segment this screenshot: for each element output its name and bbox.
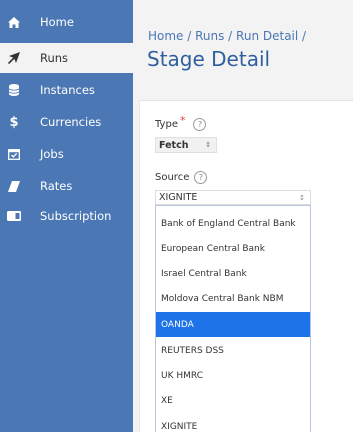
sidebar: Home Runs Instances $ Currencies Jobs Ra… [0,0,133,432]
calendar-check-icon [7,147,21,161]
sidebar-item-currencies[interactable]: $ Currencies [0,107,133,137]
dropdown-option[interactable]: Moldova Central Bank NBM [156,286,310,311]
sidebar-item-jobs[interactable]: Jobs [0,139,133,169]
credit-card-icon [7,209,21,223]
dropdown-option[interactable]: European Central Bank [156,236,310,261]
sidebar-item-label: Instances [40,83,95,97]
sidebar-item-label: Home [40,15,74,29]
sidebar-item-rates[interactable]: Rates [0,171,133,201]
dropdown-option[interactable]: UK HMRC [156,363,310,388]
sidebar-item-label: Jobs [40,147,64,161]
home-icon [7,15,21,29]
dropdown-option[interactable]: XE [156,388,310,413]
dropdown-option-highlighted[interactable]: OANDA [156,312,310,337]
sidebar-item-label: Currencies [40,115,102,129]
source-label-text: Source [155,172,190,183]
dollar-icon: $ [9,114,19,130]
sidebar-item-label: Runs [40,51,69,65]
sidebar-item-subscription[interactable]: Subscription [0,201,133,231]
source-dropdown-list: Bank of England Central Bank European Ce… [155,205,311,432]
source-field-label: Source ? [155,171,208,184]
help-icon[interactable]: ? [194,171,208,184]
sidebar-item-label: Subscription [40,209,112,223]
select-caret-icon: ↕ [205,141,211,149]
type-select[interactable]: Fetch ↕ [155,137,217,153]
rocket-icon [7,51,21,65]
required-mark: * [179,114,186,127]
dropdown-option[interactable]: XIGNITE [156,414,310,432]
eraser-icon [7,179,21,193]
sidebar-item-runs[interactable]: Runs [0,43,133,73]
source-select[interactable]: XIGNITE ↕ [155,190,311,205]
database-icon [7,83,21,97]
source-select-value: XIGNITE [159,192,198,203]
type-label-text: Type [155,119,178,130]
dropdown-option[interactable]: Bank of England Central Bank [156,211,310,236]
select-caret-icon: ↕ [299,193,305,202]
help-icon[interactable]: ? [193,118,207,131]
dropdown-option[interactable]: REUTERS DSS [156,338,310,363]
breadcrumb[interactable]: Home / Runs / Run Detail / [148,29,306,43]
sidebar-item-instances[interactable]: Instances [0,75,133,105]
dropdown-option[interactable]: Israel Central Bank [156,261,310,286]
type-field-label: Type * ? [155,114,207,131]
page-title: Stage Detail [147,47,271,71]
type-select-value: Fetch [159,139,189,151]
sidebar-item-label: Rates [40,179,73,193]
sidebar-item-home[interactable]: Home [0,7,133,37]
